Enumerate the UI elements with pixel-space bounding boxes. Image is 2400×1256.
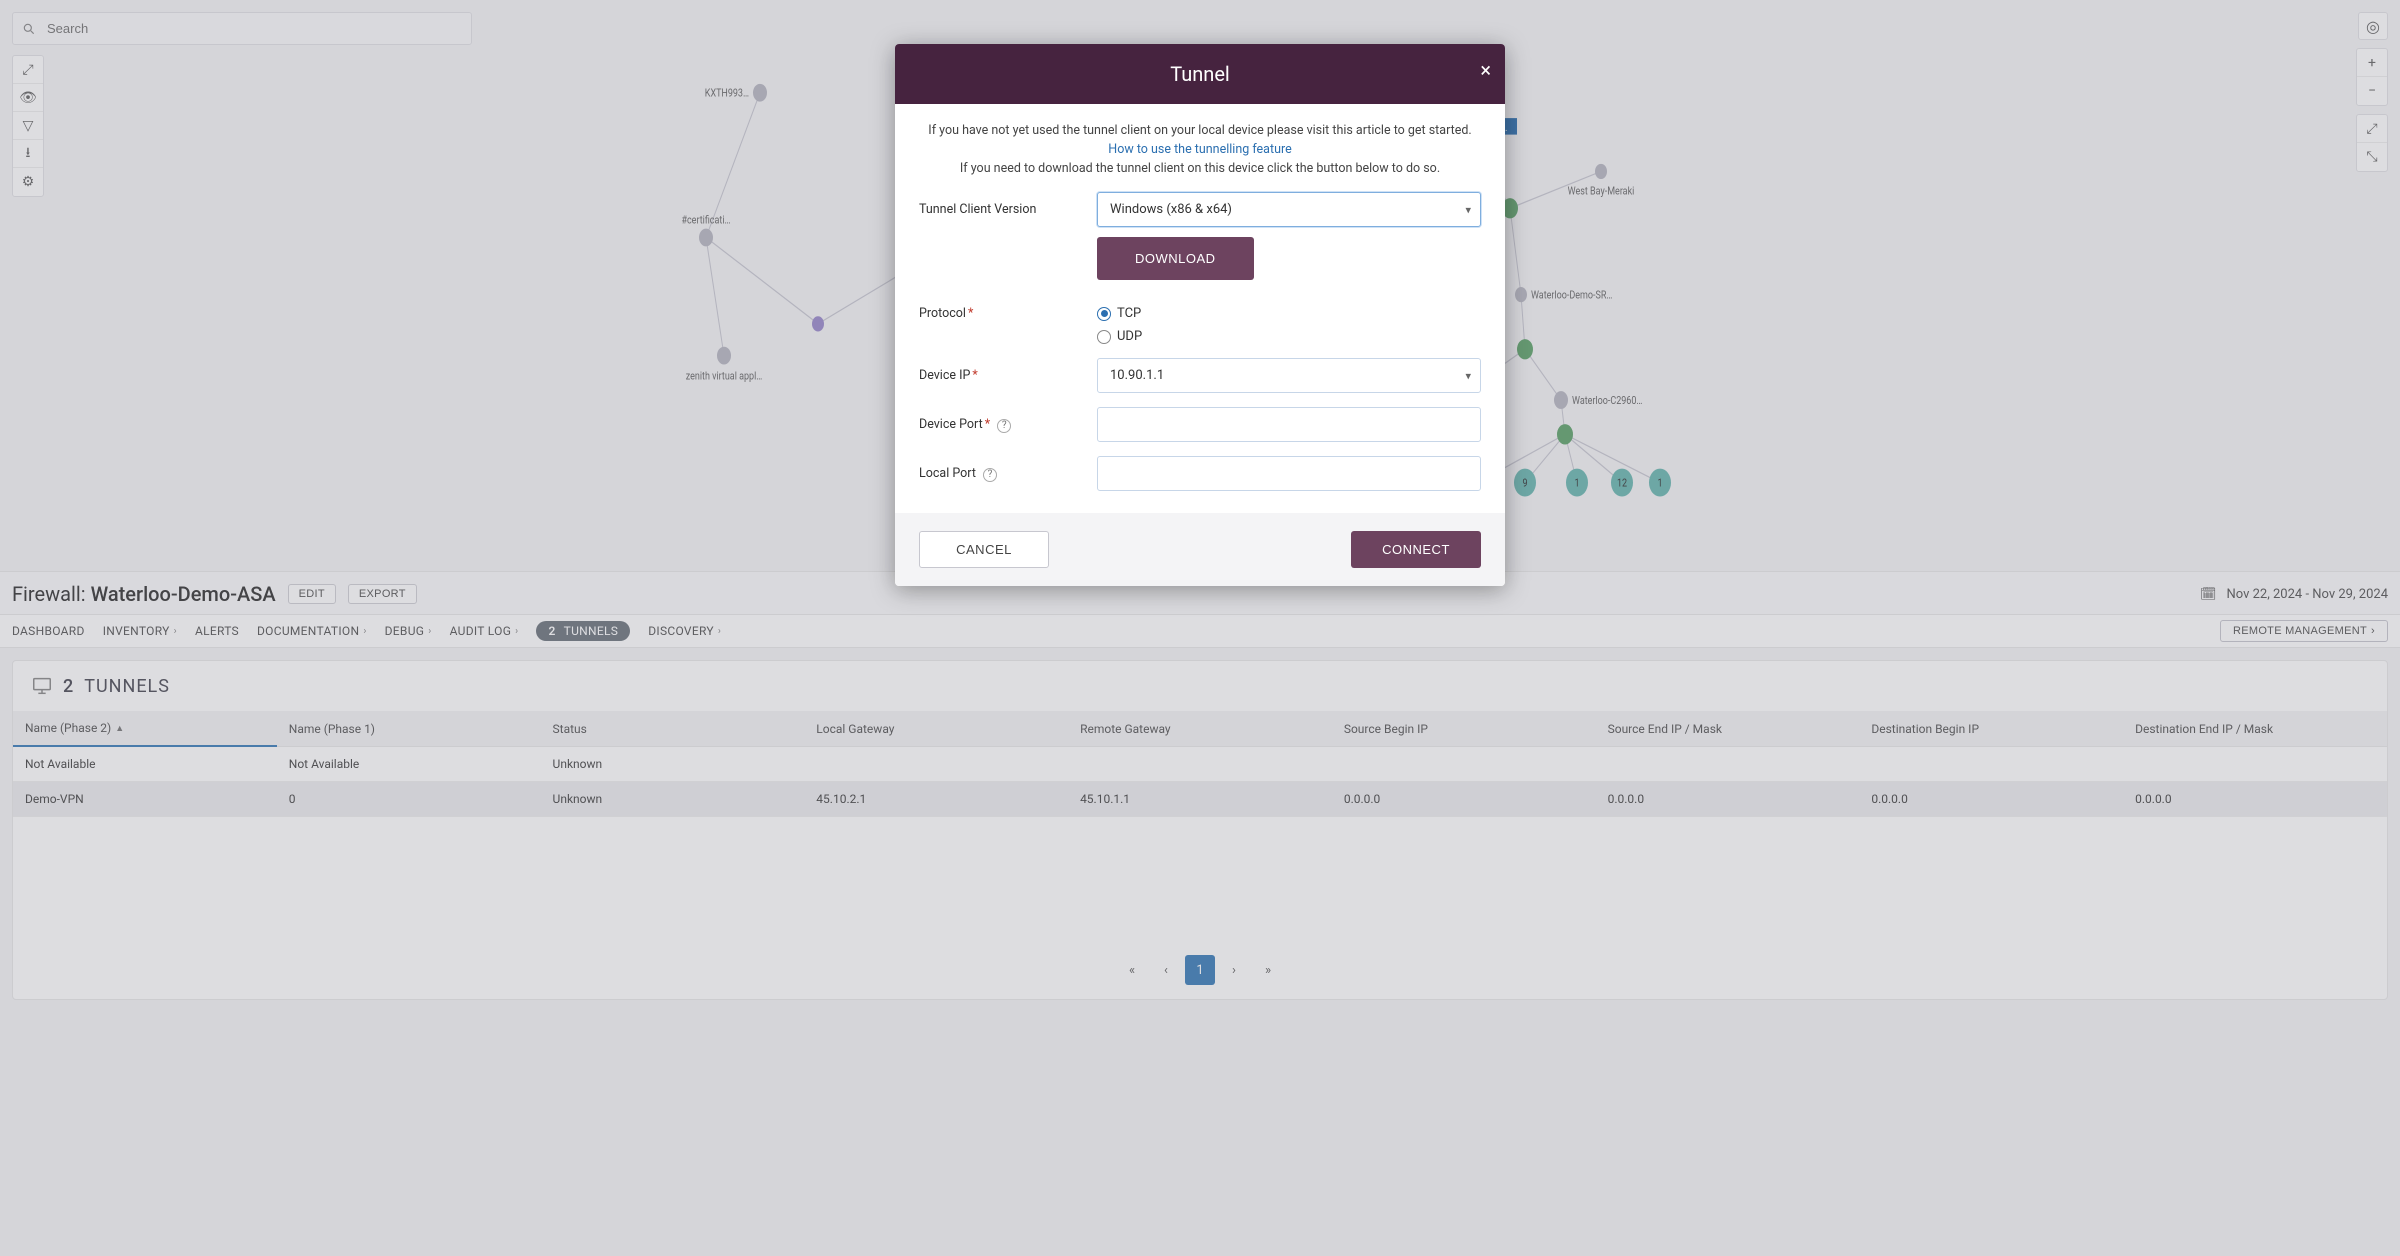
connect-button[interactable]: CONNECT xyxy=(1351,531,1481,568)
device-ip-label: Device IP* xyxy=(919,368,1079,383)
download-button[interactable]: DOWNLOAD xyxy=(1097,237,1254,280)
help-icon[interactable]: ? xyxy=(997,419,1011,433)
device-ip-select[interactable]: 10.90.1.1 xyxy=(1097,358,1481,393)
modal-intro: If you have not yet used the tunnel clie… xyxy=(919,122,1481,178)
close-icon[interactable]: × xyxy=(1480,58,1491,82)
device-port-input[interactable] xyxy=(1097,407,1481,442)
protocol-udp-label: UDP xyxy=(1117,329,1142,344)
device-port-label: Device Port* ? xyxy=(919,417,1079,433)
tunnel-version-select[interactable]: Windows (x86 & x64) xyxy=(1097,192,1481,227)
protocol-label: Protocol* xyxy=(919,306,1079,321)
protocol-tcp-radio[interactable]: TCP xyxy=(1097,306,1481,321)
cancel-button[interactable]: CANCEL xyxy=(919,531,1049,568)
radio-checked-icon xyxy=(1097,307,1111,321)
local-port-input[interactable] xyxy=(1097,456,1481,491)
tunnel-modal: Tunnel × If you have not yet used the tu… xyxy=(895,44,1505,586)
modal-intro-bottom: If you need to download the tunnel clien… xyxy=(960,161,1440,176)
modal-header: Tunnel × xyxy=(895,44,1505,104)
protocol-udp-radio[interactable]: UDP xyxy=(1097,329,1481,344)
modal-title: Tunnel xyxy=(1170,62,1230,86)
help-icon[interactable]: ? xyxy=(983,468,997,482)
tunnel-version-label: Tunnel Client Version xyxy=(919,202,1079,217)
radio-icon xyxy=(1097,330,1111,344)
protocol-tcp-label: TCP xyxy=(1117,306,1141,321)
modal-intro-top: If you have not yet used the tunnel clie… xyxy=(928,123,1471,138)
local-port-label: Local Port ? xyxy=(919,466,1079,482)
tunnelling-article-link[interactable]: How to use the tunnelling feature xyxy=(1108,142,1291,157)
